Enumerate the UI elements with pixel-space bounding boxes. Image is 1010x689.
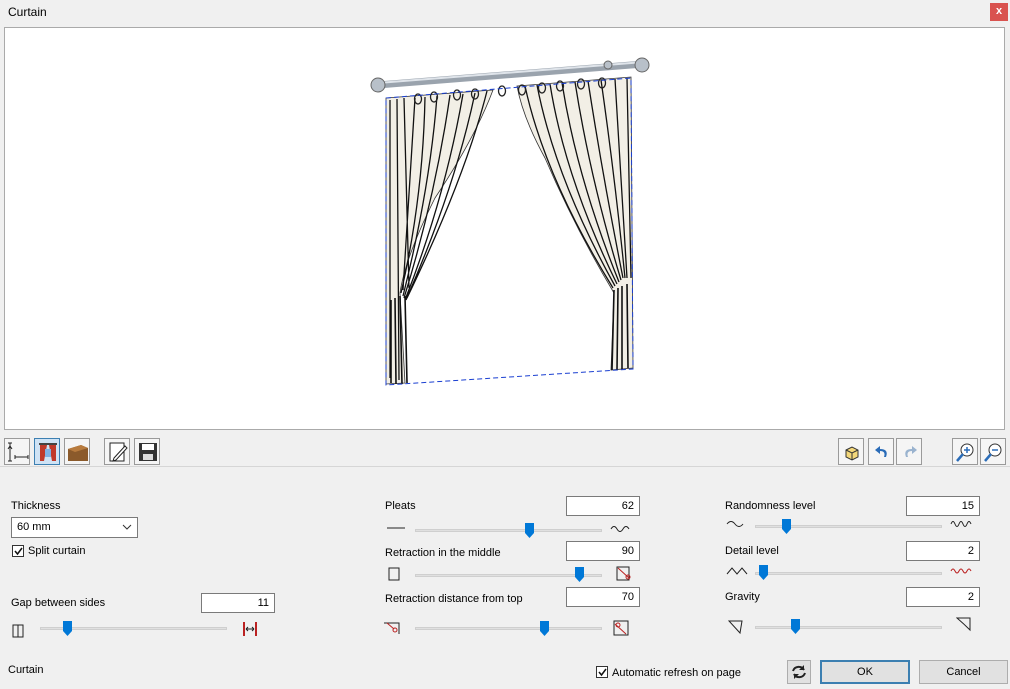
randomness-slider-thumb[interactable]: [781, 519, 791, 534]
gap-min-icon: [12, 624, 24, 641]
auto-refresh-checkbox[interactable]: [596, 666, 608, 678]
retraction-top-slider-thumb[interactable]: [539, 621, 549, 636]
gravity-slider-track[interactable]: [755, 626, 942, 629]
randomness-min-icon: [726, 518, 748, 533]
curtain-preview-drawing: [370, 57, 650, 386]
randomness-label: Randomness level: [725, 500, 816, 512]
refresh-icon: [792, 665, 806, 679]
gap-slider-thumb[interactable]: [63, 621, 73, 636]
retraction-middle-min-icon: [388, 567, 400, 584]
refresh-button[interactable]: [787, 660, 811, 684]
checkmark-icon: [14, 547, 23, 556]
edit-button[interactable]: [104, 438, 130, 465]
close-button[interactable]: x: [990, 3, 1008, 21]
randomness-input[interactable]: 15: [906, 496, 980, 516]
gravity-slider-thumb[interactable]: [790, 619, 800, 634]
split-curtain-label: Split curtain: [28, 545, 86, 557]
retraction-middle-slider-thumb[interactable]: [575, 567, 585, 582]
thickness-value: 60 mm: [17, 521, 51, 533]
undo-button[interactable]: [868, 438, 894, 465]
material-button[interactable]: [64, 438, 90, 465]
detail-slider-track[interactable]: [755, 572, 942, 575]
split-curtain-checkbox[interactable]: [12, 545, 24, 557]
pleats-input[interactable]: 62: [566, 496, 640, 516]
pleats-slider-track[interactable]: [415, 529, 602, 532]
curtain-settings-button[interactable]: [34, 438, 60, 465]
gravity-min-icon: [727, 619, 744, 638]
curtain-preview-viewport[interactable]: [4, 27, 1005, 430]
gap-between-sides-label: Gap between sides: [11, 597, 106, 609]
retraction-top-max-icon: [612, 619, 630, 640]
toolbar: [0, 433, 1010, 467]
detail-max-icon: [950, 565, 972, 580]
status-text: Curtain: [8, 664, 44, 676]
retraction-middle-input[interactable]: 90: [566, 541, 640, 561]
thickness-select[interactable]: 60 mm: [11, 517, 138, 538]
dimensions-button[interactable]: [4, 438, 30, 465]
gravity-input[interactable]: 2: [906, 587, 980, 607]
cancel-button[interactable]: Cancel: [919, 660, 1008, 684]
thickness-label: Thickness: [11, 500, 61, 512]
pleats-slider-thumb[interactable]: [525, 523, 535, 538]
save-button[interactable]: [134, 438, 160, 465]
gap-between-sides-input[interactable]: 11: [201, 593, 275, 613]
3d-view-button[interactable]: [838, 438, 864, 465]
detail-slider-thumb[interactable]: [758, 565, 768, 580]
redo-button[interactable]: [896, 438, 922, 465]
retraction-middle-max-icon: [616, 566, 632, 585]
detail-level-input[interactable]: 2: [906, 541, 980, 561]
detail-min-icon: [726, 565, 748, 580]
retraction-top-input[interactable]: 70: [566, 587, 640, 607]
pleats-max-icon: [610, 523, 632, 538]
zoom-out-button[interactable]: [980, 438, 1006, 465]
detail-level-label: Detail level: [725, 545, 779, 557]
window-title: Curtain: [8, 5, 47, 19]
gravity-max-icon: [955, 616, 972, 635]
gravity-label: Gravity: [725, 591, 760, 603]
randomness-max-icon: [950, 518, 972, 533]
retraction-top-label: Retraction distance from top: [385, 593, 523, 605]
pleats-min-icon: [387, 522, 405, 537]
retraction-top-min-icon: [383, 620, 401, 639]
retraction-middle-label: Retraction in the middle: [385, 547, 501, 559]
checkmark-icon: [598, 668, 607, 677]
auto-refresh-label: Automatic refresh on page: [612, 667, 742, 679]
title-bar: Curtain x: [0, 0, 1010, 24]
pleats-label: Pleats: [385, 500, 416, 512]
ok-button[interactable]: OK: [820, 660, 910, 684]
gap-max-icon: [242, 621, 258, 640]
retraction-middle-slider-track[interactable]: [415, 574, 602, 577]
zoom-in-button[interactable]: [952, 438, 978, 465]
chevron-down-icon: [122, 521, 132, 540]
retraction-top-slider-track[interactable]: [415, 627, 602, 630]
